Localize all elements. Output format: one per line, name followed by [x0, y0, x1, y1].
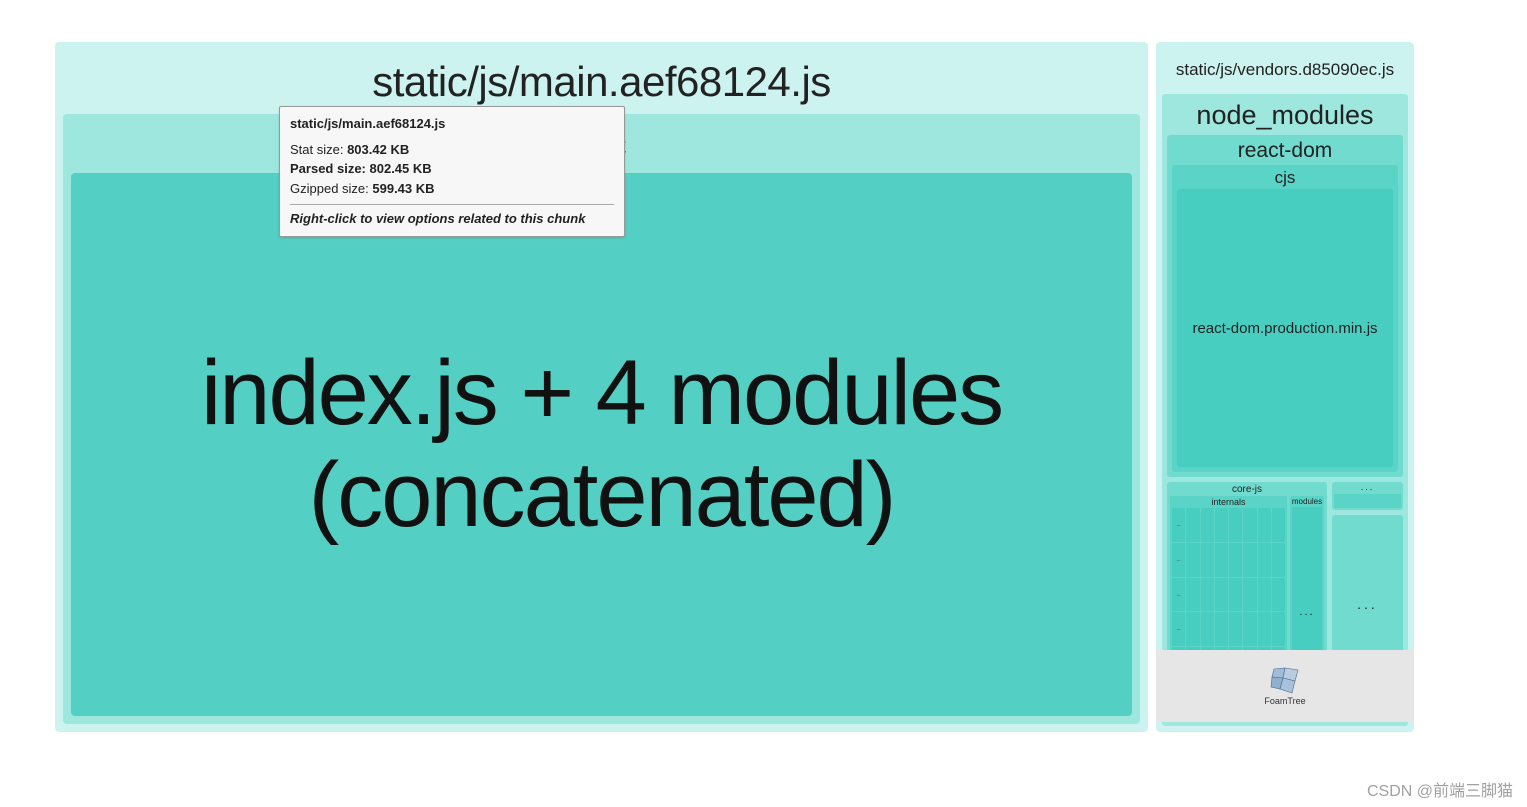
node-label-internals: internals — [1170, 496, 1287, 508]
node-label-core-js: core-js — [1167, 482, 1327, 496]
treemap-ellipsis: ... — [1357, 596, 1378, 612]
chunk-title-vendors: static/js/vendors.d85090ec.js — [1156, 42, 1414, 94]
treemap-chunk-vendors[interactable]: static/js/vendors.d85090ec.js node_modul… — [1156, 42, 1414, 732]
tooltip-gzipped-size: Gzipped size: 599.43 KB — [290, 179, 614, 199]
chunk-tooltip: static/js/main.aef68124.js Stat size: 80… — [279, 106, 625, 237]
chunk-title-main: static/js/main.aef68124.js — [55, 42, 1148, 114]
node-label-cjs: cjs — [1172, 165, 1398, 189]
node-label-node-modules: node_modules — [1162, 94, 1408, 135]
treemap-node-node-modules[interactable]: node_modules react-dom cjs react-dom.pro… — [1162, 94, 1408, 726]
node-label-concatenated: index.js + 4 modules (concatenated) — [71, 343, 1132, 545]
watermark: CSDN @前端三脚猫 — [1367, 777, 1513, 801]
node-label-react-dom: react-dom — [1167, 135, 1403, 165]
foamtree-label: FoamTree — [1264, 696, 1305, 706]
foamtree-icon — [1270, 667, 1300, 695]
treemap-node-react-dom-production[interactable]: react-dom.production.min.js — [1177, 189, 1393, 467]
treemap-node-react-dom[interactable]: react-dom cjs react-dom.production.min.j… — [1167, 135, 1403, 477]
tooltip-title: static/js/main.aef68124.js — [290, 114, 614, 134]
treemap-node-small-a[interactable]: ... — [1332, 482, 1403, 510]
tooltip-stat-size: Stat size: 803.42 KB — [290, 140, 614, 160]
foamtree-logo[interactable]: FoamTree — [1156, 650, 1414, 722]
node-label-react-dom-production: react-dom.production.min.js — [1192, 320, 1377, 337]
node-label-modules: modules — [1292, 496, 1322, 507]
treemap-node-concatenated[interactable]: index.js + 4 modules (concatenated) — [71, 173, 1132, 716]
treemap-node-cjs[interactable]: cjs react-dom.production.min.js — [1172, 165, 1398, 472]
tooltip-hint: Right-click to view options related to t… — [290, 204, 614, 229]
treemap-ellipsis: ... — [1361, 482, 1375, 492]
tooltip-parsed-size: Parsed size: 802.45 KB — [290, 159, 614, 179]
